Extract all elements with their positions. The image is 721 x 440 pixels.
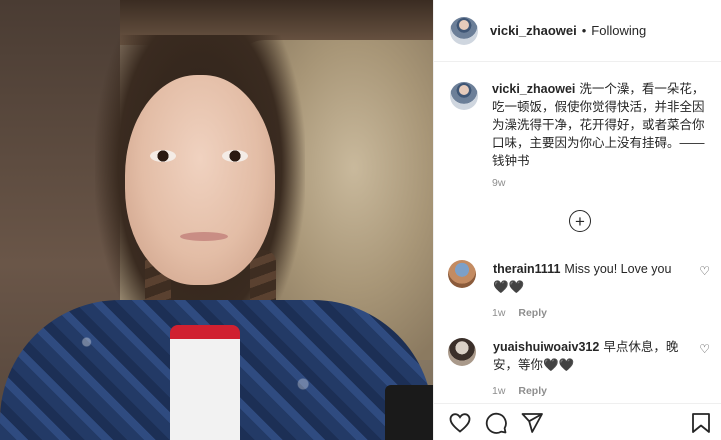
- following-button[interactable]: Following: [591, 23, 646, 38]
- post-photo[interactable]: [0, 0, 433, 440]
- post-sidebar: vicki_zhaowei • Following vicki_zhaowei 洗…: [433, 0, 721, 440]
- post-action-bar: [434, 403, 721, 440]
- avatar[interactable]: [450, 82, 478, 110]
- separator-dot: •: [581, 23, 587, 38]
- comment: yuaishuiwoaiv312 早点休息，晚安，等你🖤🖤 ♡: [448, 338, 710, 374]
- photo-subject-eye: [222, 150, 248, 162]
- share-button[interactable]: [520, 411, 544, 435]
- header-username[interactable]: vicki_zhaowei: [490, 23, 577, 38]
- comment-meta: 1w Reply: [492, 385, 547, 397]
- photo-subject-eye: [150, 150, 176, 162]
- photo-object: [385, 385, 433, 440]
- save-button[interactable]: [689, 411, 713, 435]
- load-more-comments-button[interactable]: +: [569, 210, 591, 232]
- share-icon: [521, 413, 543, 433]
- comment-username[interactable]: yuaishuiwoaiv312: [493, 340, 599, 354]
- bookmark-icon: [692, 413, 710, 433]
- reply-button[interactable]: Reply: [518, 307, 547, 319]
- reply-button[interactable]: Reply: [518, 385, 547, 397]
- comment-time: 1w: [492, 385, 506, 397]
- heart-icon: [449, 413, 471, 433]
- comment-like-heart-icon[interactable]: ♡: [699, 342, 710, 356]
- post-caption: vicki_zhaowei 洗一个澡，看一朵花，吃一顿饭，假使你觉得快活，并非全因…: [450, 80, 712, 170]
- comment-username[interactable]: therain1111: [493, 262, 560, 276]
- post-time-ago: 9w: [492, 177, 506, 189]
- like-button[interactable]: [448, 411, 472, 435]
- comment-body: yuaishuiwoaiv312 早点休息，晚安，等你🖤🖤: [493, 338, 683, 374]
- photo-subject-mouth: [180, 232, 228, 241]
- comment-body: therain1111 Miss you! Love you 🖤🖤: [493, 260, 683, 296]
- post-header: vicki_zhaowei • Following: [434, 0, 721, 62]
- photo-subject-collar: [170, 325, 240, 440]
- caption-text-block: vicki_zhaowei 洗一个澡，看一朵花，吃一顿饭，假使你觉得快活，并非全因…: [492, 80, 712, 170]
- avatar[interactable]: [448, 338, 476, 366]
- comment-time: 1w: [492, 307, 506, 319]
- avatar[interactable]: [450, 16, 478, 45]
- comment-icon: [485, 412, 507, 434]
- comment-button[interactable]: [484, 411, 508, 435]
- comment: therain1111 Miss you! Love you 🖤🖤 ♡: [448, 260, 710, 296]
- avatar[interactable]: [448, 260, 476, 288]
- caption-username[interactable]: vicki_zhaowei: [492, 82, 575, 96]
- comment-like-heart-icon[interactable]: ♡: [699, 264, 710, 278]
- plus-circle-icon: +: [575, 211, 585, 231]
- comment-meta: 1w Reply: [492, 307, 547, 319]
- photo-subject-face: [125, 75, 275, 285]
